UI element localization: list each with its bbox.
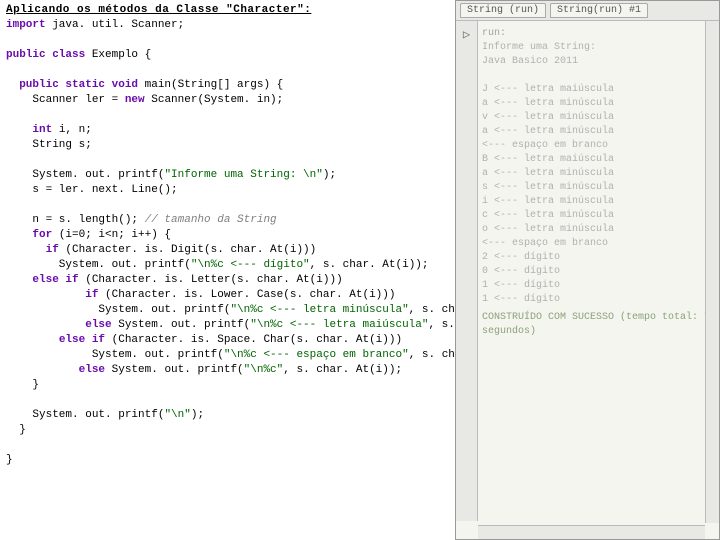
t: System. out. printf( xyxy=(6,409,164,421)
console-line: o <--- letra minúscula xyxy=(482,223,715,237)
kw: else if xyxy=(59,334,105,346)
t: (Character. is. Lower. Case(s. char. At(… xyxy=(98,289,395,301)
output-tab[interactable]: String (run) xyxy=(460,3,546,18)
console-line: v <--- letra minúscula xyxy=(482,111,715,125)
doc-title: Aplicando os métodos da Classe "Characte… xyxy=(6,4,449,16)
t: (Character. is. Space. Char(s. char. At(… xyxy=(105,334,402,346)
scrollbar-vertical[interactable] xyxy=(705,21,719,523)
kw: public static void xyxy=(19,79,138,91)
t: Exemplo { xyxy=(85,49,151,61)
kw: else xyxy=(85,319,111,331)
console-line: c <--- letra minúscula xyxy=(482,209,715,223)
t: i, n; xyxy=(52,124,92,136)
kw: new xyxy=(125,94,145,106)
t: Scanner(System. in); xyxy=(145,94,284,106)
t: s = ler. next. Line(); xyxy=(6,184,178,196)
t: System. out. printf( xyxy=(105,364,244,376)
t: , s. char. At(i)); xyxy=(283,364,402,376)
kw: int xyxy=(32,124,52,136)
t: main(String[] args) { xyxy=(138,79,283,91)
t: } xyxy=(6,379,39,391)
t: System. out. printf( xyxy=(6,349,224,361)
t: , s. char. At(i)); xyxy=(310,259,429,271)
console-line: a <--- letra minúscula xyxy=(482,97,715,111)
console-line: a <--- letra minúscula xyxy=(482,125,715,139)
console-line: 0 <--- dígito xyxy=(482,265,715,279)
kw: if xyxy=(46,244,59,256)
console-content: run: Informe uma String: Java Basico 201… xyxy=(478,21,719,345)
str: "\n%c <--- letra minúscula" xyxy=(230,304,408,316)
t: } xyxy=(6,424,26,436)
console-line: B <--- letra maiúscula xyxy=(482,153,715,167)
t: System. out. printf( xyxy=(6,169,164,181)
kw: if xyxy=(85,289,98,301)
t: n = s. length(); xyxy=(6,214,145,226)
kw: import xyxy=(6,19,46,31)
console-line: 1 <--- dígito xyxy=(482,293,715,307)
str: "\n%c" xyxy=(244,364,284,376)
console-line: 2 <--- dígito xyxy=(482,251,715,265)
kw: else if xyxy=(32,274,78,286)
console-line: s <--- letra minúscula xyxy=(482,181,715,195)
str: "\n%c <--- letra maiúscula" xyxy=(250,319,428,331)
output-sidebar: ▷ xyxy=(456,21,478,521)
console-line: <--- espaço em branco xyxy=(482,139,715,153)
console-line: J <--- letra maiúscula xyxy=(482,83,715,97)
scrollbar-horizontal[interactable] xyxy=(478,525,705,539)
console-line: Java Basico 2011 xyxy=(482,55,715,69)
output-pane: String (run) String(run) #1 ▷ run: Infor… xyxy=(455,0,720,540)
str: "Informe uma String: \n" xyxy=(164,169,322,181)
build-status: CONSTRUÍDO COM SUCESSO (tempo total: 7 s… xyxy=(482,311,715,339)
str: "\n" xyxy=(164,409,190,421)
t: } xyxy=(6,454,13,466)
t: ); xyxy=(323,169,336,181)
t: System. out. printf( xyxy=(112,319,251,331)
kw: for xyxy=(32,229,52,241)
console-line: i <--- letra minúscula xyxy=(482,195,715,209)
kw: public class xyxy=(6,49,85,61)
source-pane: Aplicando os métodos da Classe "Characte… xyxy=(0,0,455,540)
run-icon[interactable]: ▷ xyxy=(456,27,477,42)
kw: else xyxy=(79,364,105,376)
t: String s; xyxy=(6,139,92,151)
code-block: import java. util. Scanner; public class… xyxy=(6,18,449,468)
console-line: <--- espaço em branco xyxy=(482,237,715,251)
comment: // tamanho da String xyxy=(145,214,277,226)
console-line: run: xyxy=(482,27,715,41)
output-tab[interactable]: String(run) #1 xyxy=(550,3,648,18)
output-toolbar: String (run) String(run) #1 xyxy=(456,1,719,21)
console-line: a <--- letra minúscula xyxy=(482,167,715,181)
t: System. out. printf( xyxy=(6,259,191,271)
console-line: Informe uma String: xyxy=(482,41,715,55)
t: Scanner ler = xyxy=(6,94,125,106)
t: ); xyxy=(191,409,204,421)
t: System. out. printf( xyxy=(6,304,230,316)
console-line: 1 <--- dígito xyxy=(482,279,715,293)
str: "\n%c <--- espaço em branco" xyxy=(224,349,409,361)
str: "\n%c <--- dígito" xyxy=(191,259,310,271)
t: java. util. Scanner; xyxy=(46,19,185,31)
t: (Character. is. Letter(s. char. At(i))) xyxy=(79,274,343,286)
t: (i=0; i<n; i++) { xyxy=(52,229,171,241)
t: (Character. is. Digit(s. char. At(i))) xyxy=(59,244,316,256)
